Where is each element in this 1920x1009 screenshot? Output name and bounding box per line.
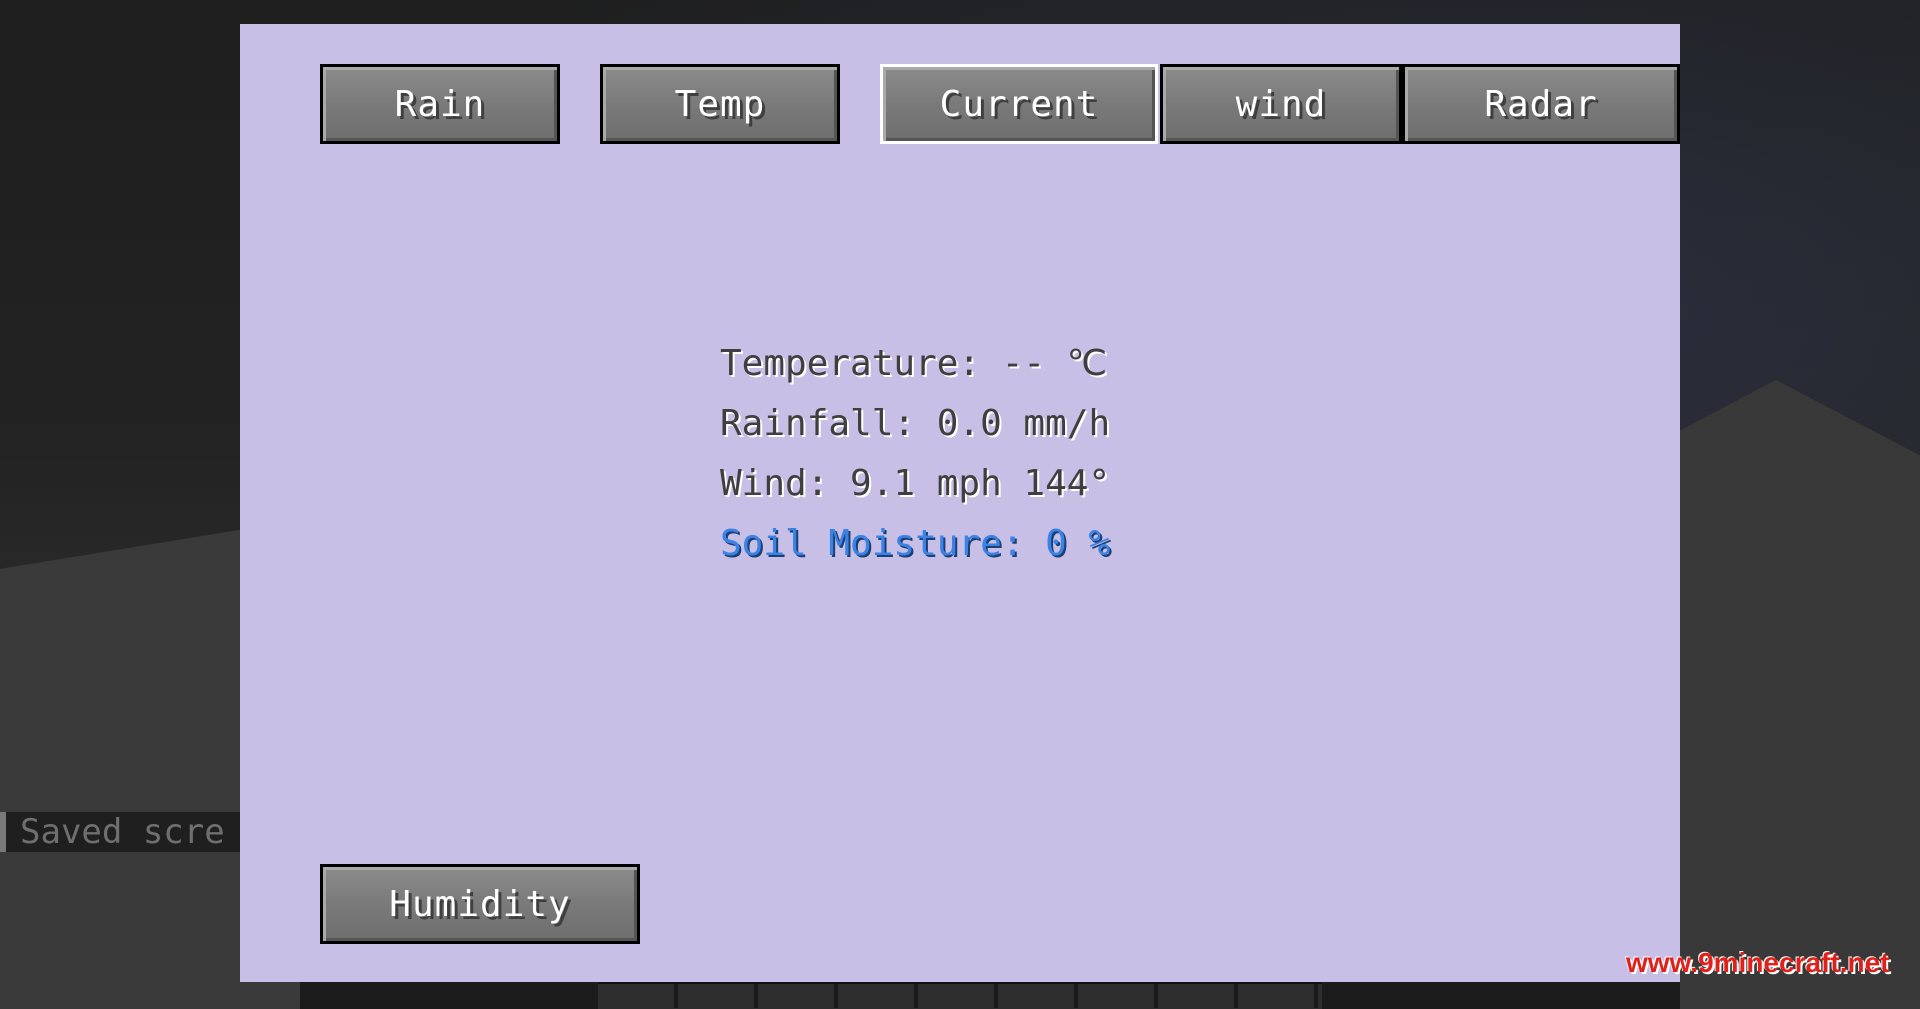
temperature-reading: Temperature: -- ℃: [720, 343, 1108, 384]
tab-radar[interactable]: Radar: [1402, 64, 1680, 144]
chat-message: Saved scre: [0, 812, 240, 852]
rainfall-reading: Rainfall: 0.0 mm/h: [720, 403, 1111, 444]
tab-wind[interactable]: wind: [1160, 64, 1402, 144]
hotbar: [598, 982, 1322, 1009]
wind-reading: Wind: 9.1 mph 144°: [720, 463, 1111, 504]
tab-temp[interactable]: Temp: [600, 64, 840, 144]
humidity-button[interactable]: Humidity: [320, 864, 640, 944]
watermark: www.9minecraft.net: [1626, 947, 1890, 978]
snow-hill-right: [1680, 380, 1920, 1009]
soil-moisture-reading: Soil Moisture: 0 %: [720, 523, 1111, 564]
weather-panel: Rain Temp Current wind Radar Temperature…: [240, 24, 1680, 982]
tab-rain[interactable]: Rain: [320, 64, 560, 144]
current-conditions: Temperature: -- ℃ Rainfall: 0.0 mm/h Win…: [720, 334, 1110, 574]
tab-current[interactable]: Current: [880, 64, 1158, 144]
